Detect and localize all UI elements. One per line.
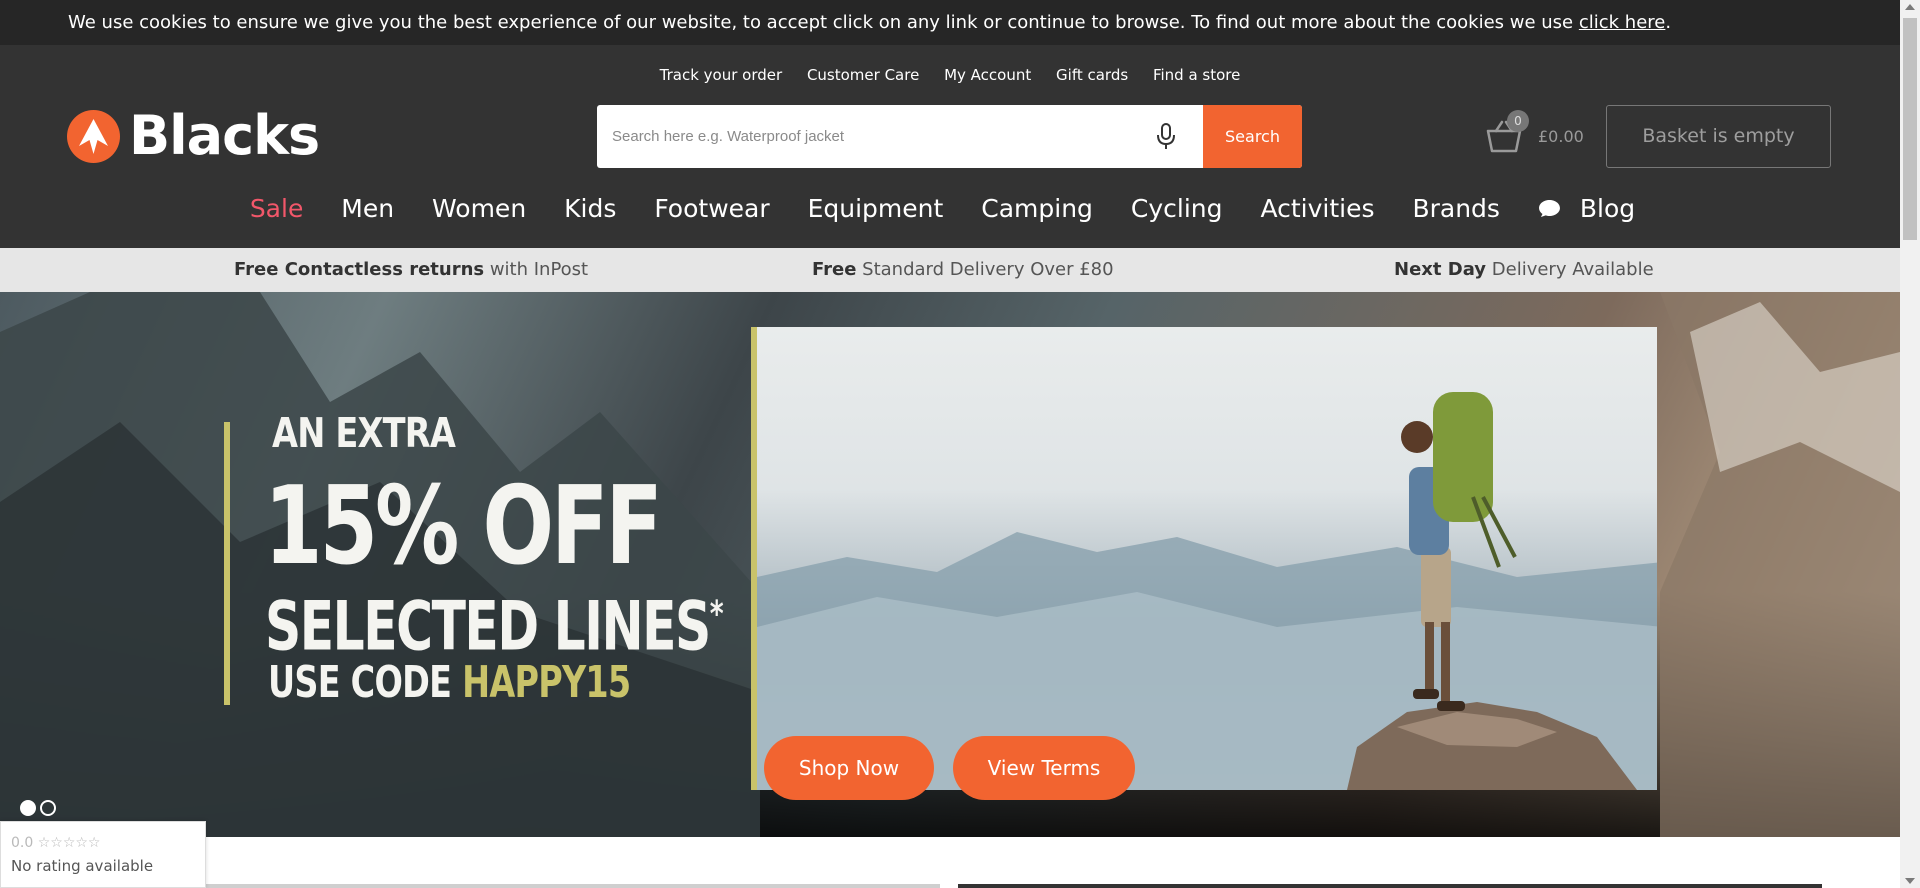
speech-bubble-icon <box>1538 199 1560 218</box>
top-link-gift-cards[interactable]: Gift cards <box>1056 45 1128 105</box>
hero-photo <box>751 327 1657 790</box>
promo-asterisk: * <box>709 594 724 635</box>
nav-item-equipment[interactable]: Equipment <box>808 181 944 237</box>
nav-item-cycling[interactable]: Cycling <box>1131 181 1223 237</box>
usp-next-day-rest: Delivery Available <box>1486 259 1654 280</box>
site-header: Track your order Customer Care My Accoun… <box>0 45 1900 248</box>
rating-widget[interactable]: 0.0 ☆☆☆☆☆ No rating available <box>0 821 206 888</box>
promo-line-1: AN EXTRA <box>272 409 456 457</box>
search-bar: Search <box>597 105 1302 168</box>
site-logo[interactable]: Blacks <box>67 104 320 167</box>
usp-delivery-rest: Standard Delivery Over £80 <box>856 259 1114 280</box>
rating-stars: 0.0 ☆☆☆☆☆ <box>11 835 100 851</box>
nav-item-brands[interactable]: Brands <box>1412 181 1500 237</box>
usp-next-day[interactable]: Next Day Delivery Available <box>1394 248 1654 292</box>
view-terms-button[interactable]: View Terms <box>953 736 1135 800</box>
search-button[interactable]: Search <box>1203 105 1302 168</box>
content-tile-left <box>205 884 940 888</box>
top-link-my-account[interactable]: My Account <box>944 45 1031 105</box>
hiker-illustration <box>757 392 1657 790</box>
main-nav: Sale Men Women Kids Footwear Equipment C… <box>0 181 1900 237</box>
promo-headline: 15% OFF <box>264 464 663 589</box>
content-tile-right <box>958 884 1822 888</box>
top-link-track-order[interactable]: Track your order <box>660 45 783 105</box>
logo-text: Blacks <box>129 104 320 167</box>
nav-item-footwear[interactable]: Footwear <box>654 181 769 237</box>
rating-text: No rating available <box>11 857 154 875</box>
usp-bar: Free Contactless returns with InPost Fre… <box>0 248 1900 292</box>
carousel-dot-2[interactable] <box>40 800 56 816</box>
basket-button[interactable]: Basket is empty <box>1606 105 1831 168</box>
usp-returns-rest: with InPost <box>484 259 589 280</box>
usp-delivery-bold: Free <box>812 259 857 280</box>
promo-line-4: USE CODE HAPPY15 <box>268 657 631 708</box>
cookie-banner: We use cookies to ensure we give you the… <box>0 0 1900 45</box>
rating-score: 0.0 <box>11 835 34 851</box>
page: We use cookies to ensure we give you the… <box>0 0 1900 888</box>
nav-item-camping[interactable]: Camping <box>981 181 1093 237</box>
basket-total: £0.00 <box>1538 127 1584 146</box>
nav-item-men[interactable]: Men <box>341 181 394 237</box>
search-input[interactable] <box>597 105 1152 168</box>
nav-item-sale[interactable]: Sale <box>250 181 304 237</box>
usp-delivery[interactable]: Free Standard Delivery Over £80 <box>812 248 1114 292</box>
promo-code: HAPPY15 <box>462 657 631 708</box>
basket-count-badge: 0 <box>1507 110 1529 132</box>
usp-returns-bold: Free Contactless returns <box>234 259 485 280</box>
scrollbar-thumb[interactable] <box>1903 18 1917 240</box>
page-scrollbar[interactable] <box>1900 0 1920 888</box>
blacks-logo-icon <box>67 109 120 163</box>
microphone-icon[interactable] <box>1154 123 1178 151</box>
cookie-link[interactable]: click here <box>1579 12 1666 33</box>
nav-item-blog[interactable]: Blog <box>1538 181 1650 237</box>
top-link-customer-care[interactable]: Customer Care <box>807 45 919 105</box>
nav-blog-label: Blog <box>1579 194 1636 223</box>
carousel-dot-1[interactable] <box>20 800 36 816</box>
promo-code-prefix: USE CODE <box>268 657 463 708</box>
top-link-find-store[interactable]: Find a store <box>1153 45 1240 105</box>
shop-now-button[interactable]: Shop Now <box>764 736 934 800</box>
usp-returns[interactable]: Free Contactless returns with InPost <box>234 248 588 292</box>
scroll-up-arrow-icon[interactable] <box>1905 4 1915 10</box>
promo-accent-bar <box>224 422 230 705</box>
promo-line-3: SELECTED LINES* <box>265 577 724 667</box>
nav-item-activities[interactable]: Activities <box>1260 181 1374 237</box>
rating-star-icons: ☆☆☆☆☆ <box>37 835 101 851</box>
hero-banner[interactable]: AN EXTRA 15% OFF SELECTED LINES* USE COD… <box>0 292 1900 837</box>
usp-next-day-bold: Next Day <box>1394 259 1487 280</box>
nav-item-women[interactable]: Women <box>432 181 526 237</box>
cookie-text: We use cookies to ensure we give you the… <box>68 12 1579 33</box>
nav-item-kids[interactable]: Kids <box>564 181 616 237</box>
cookie-end: . <box>1665 12 1672 33</box>
carousel-dots <box>20 800 56 818</box>
promo-line-3-text: SELECTED LINES <box>265 587 711 667</box>
top-links: Track your order Customer Care My Accoun… <box>0 45 1900 105</box>
scroll-down-arrow-icon[interactable] <box>1905 878 1915 884</box>
